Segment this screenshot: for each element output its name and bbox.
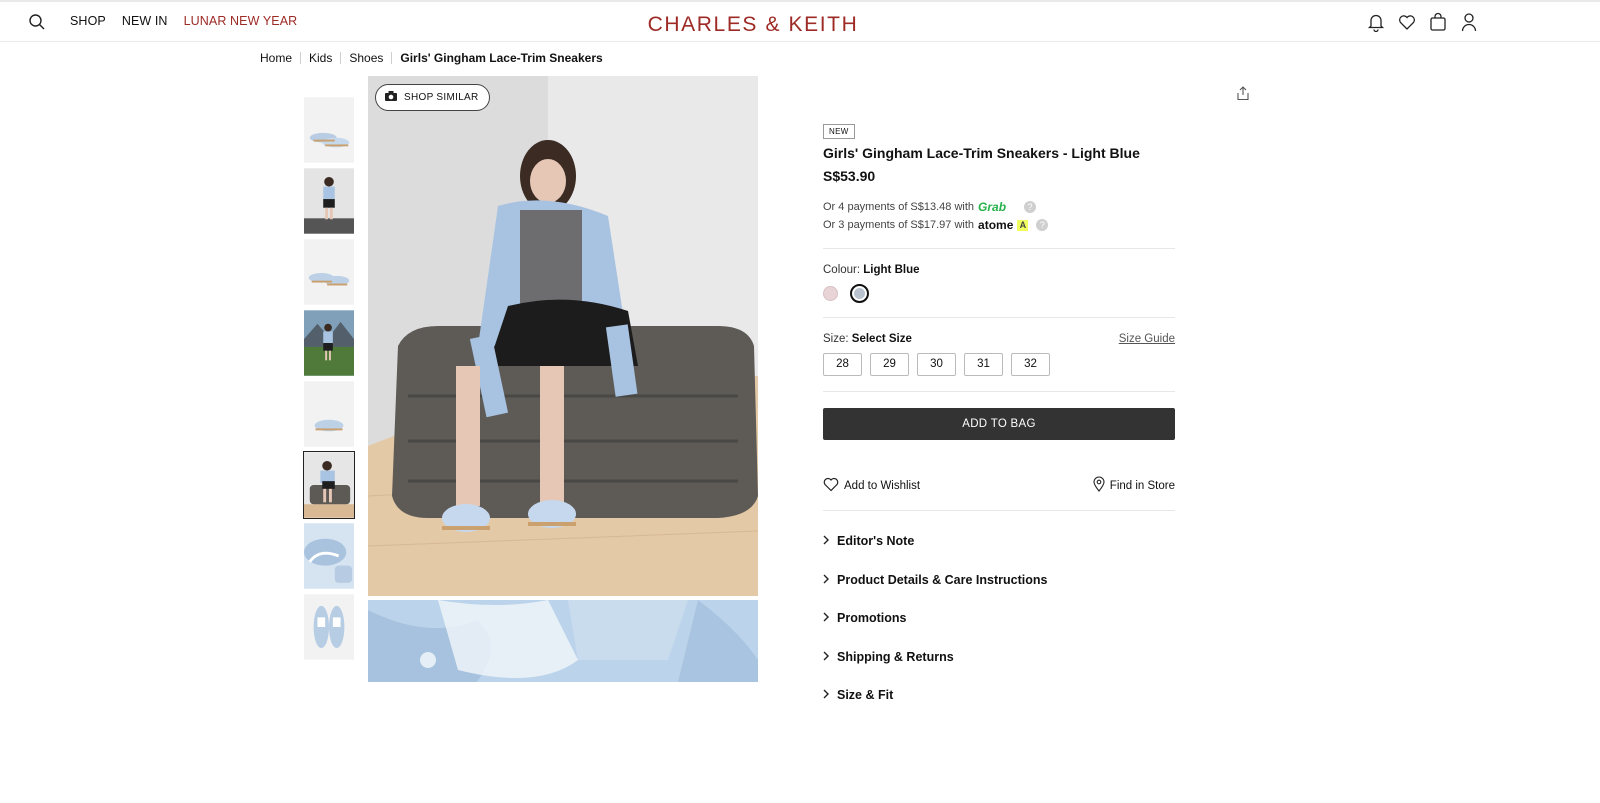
breadcrumb: Home Kids Shoes Girls' Gingham Lace-Trim…	[260, 51, 603, 65]
thumbnail-sneakers-top[interactable]	[303, 593, 355, 661]
divider	[823, 248, 1175, 249]
size-guide-link[interactable]: Size Guide	[1119, 333, 1175, 345]
wishlist-label: Add to Wishlist	[844, 479, 921, 492]
breadcrumb-kids[interactable]: Kids	[309, 51, 332, 65]
size-option-31[interactable]: 31	[964, 353, 1003, 376]
size-label-text: Size:	[823, 333, 849, 345]
size-options: 28 29 30 31 32	[823, 353, 1175, 376]
chevron-right-icon	[823, 650, 829, 664]
main-product-image[interactable]	[368, 76, 758, 596]
thumbnail-girl-sitting[interactable]	[303, 451, 355, 519]
divider	[823, 317, 1175, 318]
colour-label-text: Colour:	[823, 264, 861, 276]
size-option-29[interactable]: 29	[870, 353, 909, 376]
accordion-editors-note[interactable]: Editor's Note	[823, 531, 1175, 551]
site-header: SHOP NEW IN LUNAR NEW YEAR CHARLES & KEI…	[0, 2, 1600, 42]
header-icons	[1367, 12, 1478, 33]
installment-atome: Or 3 payments of S$17.97 with atome A ?	[823, 216, 1175, 234]
thumbnail-sneaker-single[interactable]	[303, 380, 355, 448]
brand-logo[interactable]: CHARLES & KEITH	[0, 13, 1506, 37]
colour-swatches	[823, 284, 1175, 303]
add-to-wishlist-button[interactable]: Add to Wishlist	[823, 476, 920, 495]
thumbnail-sneaker-closeup[interactable]	[303, 522, 355, 590]
chevron-right-icon	[823, 573, 829, 587]
chevron-right-icon	[823, 688, 829, 702]
chevron-right-icon	[823, 611, 829, 625]
breadcrumb-divider	[391, 52, 393, 64]
find-in-store-label: Find in Store	[1109, 479, 1175, 492]
breadcrumb-shoes[interactable]: Shoes	[349, 51, 383, 65]
bag-icon[interactable]	[1429, 12, 1447, 32]
thumbnail-list	[303, 96, 355, 664]
breadcrumb-divider	[340, 52, 342, 64]
thumbnail-girl-outdoor[interactable]	[303, 309, 355, 377]
size-option-28[interactable]: 28	[823, 353, 862, 376]
installment-options: Or 4 payments of S$13.48 with Grab ? Or …	[823, 198, 1175, 234]
help-icon[interactable]: ?	[1024, 201, 1037, 213]
info-accordions: Editor's Note Product Details & Care Ins…	[823, 531, 1175, 705]
grab-logo: Grab	[978, 200, 1007, 214]
accordion-shipping-returns[interactable]: Shipping & Returns	[823, 647, 1175, 667]
divider	[823, 510, 1175, 511]
new-badge: NEW	[823, 124, 855, 139]
secondary-product-image[interactable]	[368, 600, 758, 682]
camera-icon	[384, 90, 398, 105]
accordion-promotions[interactable]: Promotions	[823, 608, 1175, 628]
accordion-label: Size & Fit	[837, 688, 894, 702]
heart-icon[interactable]	[1398, 12, 1416, 32]
installment-text: Or 4 payments of S$13.48 with	[823, 201, 975, 213]
secondary-actions: Add to Wishlist Find in Store	[823, 476, 1175, 495]
installment-grab: Or 4 payments of S$13.48 with Grab ?	[823, 198, 1175, 216]
thumbnail-sneakers-pair[interactable]	[303, 96, 355, 164]
size-option-32[interactable]: 32	[1011, 353, 1050, 376]
product-title: Girls' Gingham Lace-Trim Sneakers - Ligh…	[823, 145, 1140, 161]
accordion-product-details[interactable]: Product Details & Care Instructions	[823, 570, 1175, 590]
colour-value: Light Blue	[863, 264, 920, 276]
swatch-pink[interactable]	[823, 286, 838, 301]
shop-similar-label: SHOP SIMILAR	[404, 92, 479, 103]
size-value: Select Size	[851, 333, 912, 345]
product-details: NEW Girls' Gingham Lace-Trim Sneakers - …	[823, 121, 1175, 705]
accordion-label: Shipping & Returns	[837, 649, 954, 664]
atome-logo: atome	[978, 218, 1014, 232]
chevron-right-icon	[823, 534, 829, 548]
breadcrumb-current: Girls' Gingham Lace-Trim Sneakers	[400, 51, 603, 65]
accordion-label: Editor's Note	[837, 534, 915, 548]
product-price: S$53.90	[823, 168, 876, 184]
accordion-size-fit[interactable]: Size & Fit	[823, 685, 1175, 705]
accordion-label: Promotions	[837, 611, 907, 625]
thumbnail-sneakers-side[interactable]	[303, 238, 355, 306]
thumbnail-girl-standing[interactable]	[303, 167, 355, 235]
add-to-bag-button[interactable]: ADD TO BAG	[823, 408, 1175, 440]
breadcrumb-home[interactable]: Home	[260, 51, 292, 65]
help-icon[interactable]: ?	[1036, 219, 1049, 231]
installment-text: Or 3 payments of S$17.97 with	[823, 219, 975, 231]
breadcrumb-divider	[300, 52, 302, 64]
find-in-store-button[interactable]: Find in Store	[1093, 476, 1175, 495]
accordion-label: Product Details & Care Instructions	[837, 572, 1048, 587]
atome-icon: A	[1017, 219, 1029, 231]
location-pin-icon	[1093, 476, 1105, 495]
account-icon[interactable]	[1460, 12, 1478, 32]
shop-similar-button[interactable]: SHOP SIMILAR	[375, 84, 490, 111]
bell-icon[interactable]	[1367, 12, 1385, 33]
share-icon[interactable]	[1236, 86, 1250, 101]
swatch-light-blue[interactable]	[850, 284, 869, 303]
heart-icon	[823, 477, 839, 495]
colour-label: Colour: Light Blue	[823, 264, 1175, 276]
divider	[823, 391, 1175, 392]
size-label: Size: Select Size Size Guide	[823, 333, 1175, 345]
size-option-30[interactable]: 30	[917, 353, 956, 376]
